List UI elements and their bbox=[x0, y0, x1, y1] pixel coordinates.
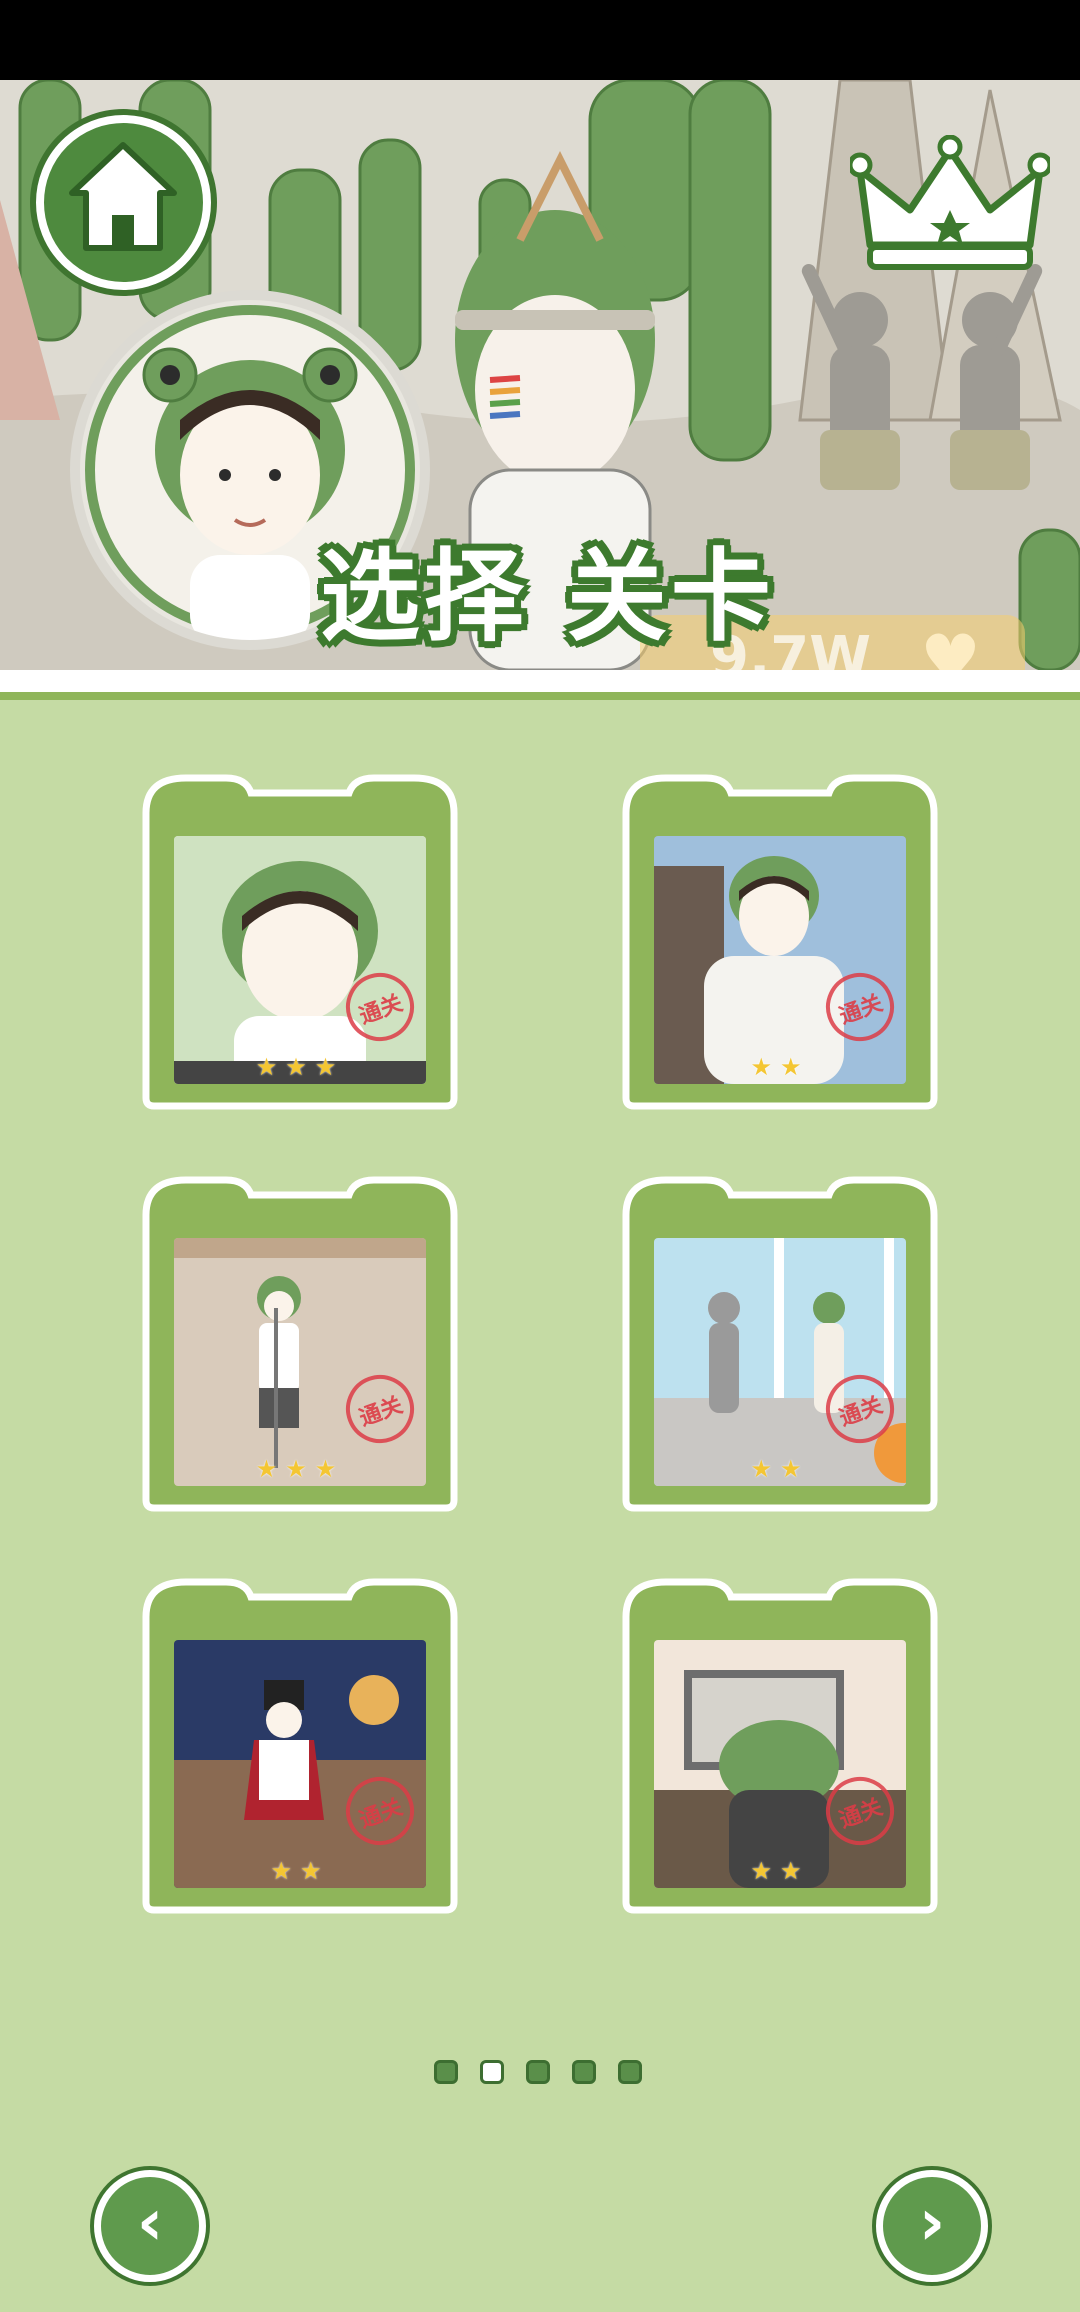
level-thumbnail-1 bbox=[174, 836, 426, 1084]
level-thumbnail-2 bbox=[654, 836, 906, 1084]
level-card-1[interactable]: 通关 ★★★ bbox=[136, 768, 464, 1113]
next-page-button[interactable]: › bbox=[876, 2170, 988, 2282]
level-card-2[interactable]: 通关 ★★ bbox=[616, 768, 944, 1113]
page-title: 选择 关卡 bbox=[320, 538, 775, 655]
page-indicator bbox=[434, 2060, 654, 2090]
level-card-3[interactable]: 通关 ★★★ bbox=[136, 1170, 464, 1515]
page-dot-4[interactable] bbox=[572, 2060, 596, 2084]
page-dot-2-active[interactable] bbox=[480, 2060, 504, 2084]
level-thumbnail-6 bbox=[654, 1640, 906, 1888]
heart-icon: ♥ bbox=[920, 621, 981, 670]
page-dot-5[interactable] bbox=[618, 2060, 642, 2084]
level-stars: ★★ bbox=[750, 1455, 810, 1483]
page-dot-1[interactable] bbox=[434, 2060, 458, 2084]
previous-page-button[interactable]: ‹ bbox=[94, 2170, 206, 2282]
level-stars: ★★ bbox=[750, 1857, 810, 1885]
level-thumbnail-5 bbox=[174, 1640, 426, 1888]
level-stars: ★★★ bbox=[255, 1053, 345, 1081]
crown-icon bbox=[847, 134, 1053, 270]
crown-button[interactable] bbox=[847, 134, 1053, 275]
level-thumbnail-3 bbox=[174, 1238, 426, 1486]
page-dot-3[interactable] bbox=[526, 2060, 550, 2084]
divider-accent bbox=[0, 692, 1080, 700]
chevron-right-icon: › bbox=[918, 2186, 946, 2260]
level-stars: ★★ bbox=[270, 1857, 330, 1885]
home-button[interactable] bbox=[36, 115, 211, 290]
level-card-4[interactable]: 通关 ★★ bbox=[616, 1170, 944, 1515]
level-stars: ★★★ bbox=[255, 1455, 345, 1483]
level-thumbnail-4 bbox=[654, 1238, 906, 1486]
status-bar bbox=[0, 0, 1080, 80]
chevron-left-icon: ‹ bbox=[136, 2186, 164, 2260]
home-icon bbox=[69, 142, 177, 251]
level-card-5[interactable]: 通关 ★★ bbox=[136, 1572, 464, 1917]
level-stars: ★★ bbox=[750, 1053, 810, 1081]
level-card-6[interactable]: 通关 ★★ bbox=[616, 1572, 944, 1917]
divider bbox=[0, 670, 1080, 692]
